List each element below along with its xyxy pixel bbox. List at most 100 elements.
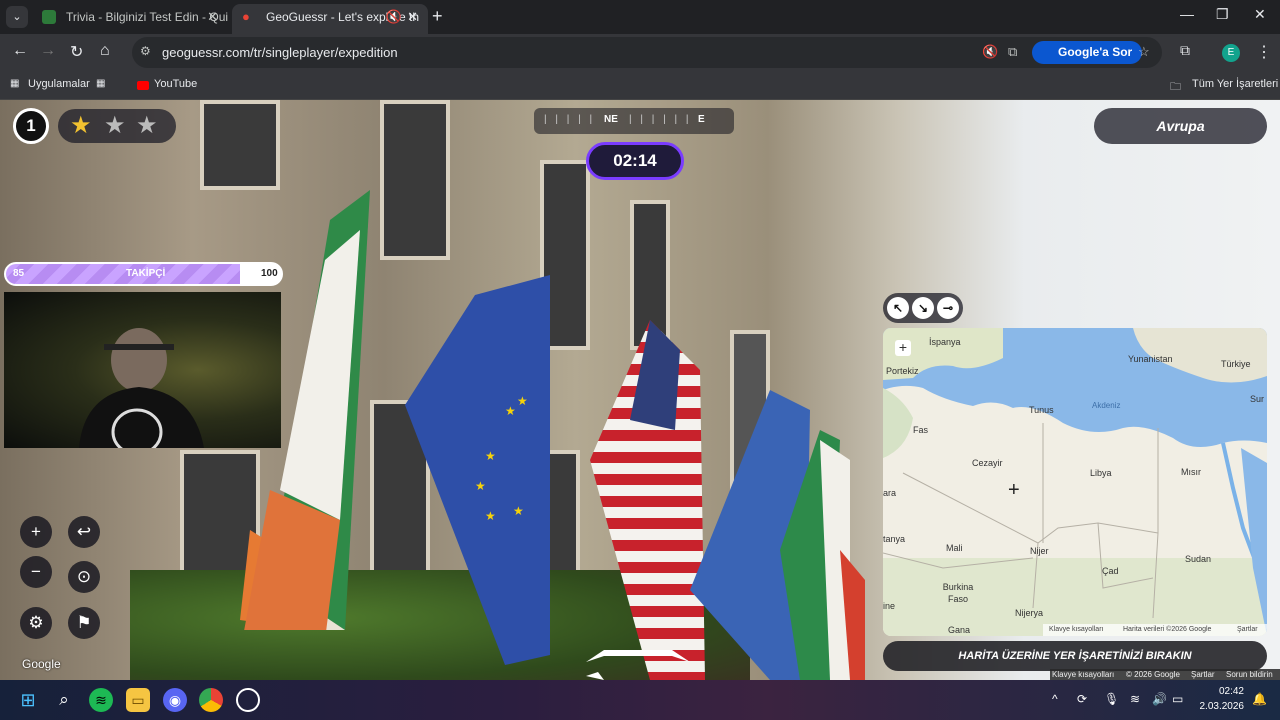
maximize-icon[interactable]: ❐ [1216,6,1229,23]
map-label: Sudan [1185,554,1212,564]
url-text[interactable]: geoguessr.com/tr/singleplayer/expedition [162,45,398,60]
region-button[interactable]: Avrupa [1094,108,1267,144]
site-info-icon[interactable]: ⚙ [140,44,151,58]
svg-text:★: ★ [513,504,524,518]
svg-text:★: ★ [485,509,496,523]
compass-strip: | | | | | NE | | | | | | E [534,108,734,134]
round-timer: 02:14 [586,142,684,180]
building-window [380,100,450,260]
close-tab-icon[interactable]: ✕ [207,4,218,30]
reload-icon[interactable]: ↻ [70,42,83,62]
bookmark-apps[interactable]: Uygulamalar [28,78,90,90]
map-zoom-in-icon[interactable]: + [895,340,911,356]
map-keyboard-shortcuts-link[interactable]: Klavye kısayolları [1049,624,1103,636]
map-attribution: Klavye kısayolları Harita verileri ©2026… [1043,624,1267,636]
battery-icon[interactable]: ▭ [1172,692,1183,706]
discord-icon[interactable]: ◉ [163,688,187,712]
tray-overflow-chevron-icon[interactable]: ^ [1052,692,1058,706]
stars-rating: ★ ★ ★ [58,109,176,143]
follower-progress-fill [6,264,240,284]
notifications-icon[interactable]: 🔔 [1252,692,1267,706]
map-size-controls: ↖ ↘ ⊸ [883,293,963,323]
guess-minimap[interactable]: + İspanya Portekiz Yunanistan Türkiye Tu… [883,328,1267,636]
place-marker-button[interactable]: HARİTA ÜZERİNE YER İŞARETİNİZİ BIRAKIN [883,641,1267,671]
zoom-out-button[interactable]: − [20,556,52,588]
close-window-icon[interactable]: ✕ [1254,6,1266,23]
footer-report[interactable]: Sorun bildirin [1226,669,1273,680]
map-terms-link[interactable]: Şartlar [1237,624,1258,636]
follower-min: 85 [13,268,25,279]
map-label: ara [883,488,897,498]
chrome-icon[interactable] [199,688,223,712]
obs-icon[interactable] [236,688,260,712]
italian-flag [780,430,865,680]
follower-label: TAKİPÇİ [126,268,166,279]
browser-toolbar: ← → ↻ ⌂ ⚙ geoguessr.com/tr/singleplayer/… [0,34,1280,72]
footer-terms[interactable]: Şartlar [1191,669,1215,680]
return-to-start-pin-icon[interactable]: ⊙ [68,561,100,593]
windows-taskbar: ⊞ ⌕ ≋ ▭ ◉ ^ ⟳ 🎙 ≋ 🔊 ▭ 02:42 2.03.2026 🔔 [0,680,1280,720]
footer-keyboard-shortcuts[interactable]: Klavye kısayolları [1052,669,1114,680]
volume-icon[interactable]: 🔊 [1152,692,1167,706]
muted-site-icon[interactable]: 🔇 [982,44,998,60]
pin-map-icon[interactable]: ⊸ [937,297,959,319]
file-explorer-icon[interactable]: ▭ [126,688,150,712]
bookmark-youtube[interactable]: YouTube [154,78,197,90]
forward-arrow-icon[interactable]: → [40,42,56,60]
minimize-icon[interactable]: — [1180,6,1194,22]
extensions-icon[interactable]: ⧉ [1180,42,1190,59]
grid-icon[interactable]: ▦ [96,78,105,89]
map-label: ine [883,601,896,611]
ask-google-label: Google'a Sor [1058,45,1133,59]
close-tab-icon[interactable]: ✕ [407,4,418,30]
address-bar[interactable]: ⚙ geoguessr.com/tr/singleplayer/expediti… [132,37,1162,68]
tab-title: Trivia - Bilginizi Test Edin - Quiz [66,10,228,24]
sync-icon[interactable]: ⟳ [1077,692,1087,706]
map-label: Libya [1090,468,1112,478]
bookmarks-bar: ▦ Uygulamalar ▦ YouTube 🗀 Tüm Yer İşaret… [0,72,1280,100]
windows-start-icon[interactable]: ⊞ [16,688,40,712]
map-label: Tunus [1029,405,1054,415]
clock-date[interactable]: 2.03.2026 [1196,701,1245,712]
microphone-icon[interactable]: 🎙 [1104,692,1119,706]
svg-text:★: ★ [505,404,516,418]
street-navigation-arrows[interactable] [584,648,692,680]
map-label: Mali [946,543,963,553]
bookmark-star-icon[interactable]: ☆ [1138,44,1150,60]
ask-google-button[interactable]: Google'a Sor [1032,41,1143,64]
clock-time[interactable]: 02:42 [1200,686,1244,697]
map-label: Nijer [1030,546,1049,556]
tab-search-chevron-icon[interactable]: ⌄ [6,6,28,28]
install-app-icon[interactable]: ⧉ [1008,44,1017,60]
tab-strip: ⌄ Trivia - Bilginizi Test Edin - Quiz ✕ … [0,0,1280,34]
follower-max: 100 [261,268,278,279]
map-data-credit: Harita verileri ©2026 Google [1123,626,1212,633]
more-menu-icon[interactable]: ⋮ [1256,42,1272,62]
checkpoint-flag-icon[interactable]: ⚑ [68,607,100,639]
settings-gear-icon[interactable]: ⚙ [20,607,52,639]
compass-ticks: | | | | | [544,114,596,125]
enlarge-map-arrow-icon[interactable]: ↖ [887,297,909,319]
zoom-in-button[interactable]: + [20,516,52,548]
muted-audio-icon[interactable]: 🔇 [386,4,402,30]
search-icon[interactable]: ⌕ [52,688,76,712]
back-arrow-icon[interactable]: ← [12,42,28,60]
shrink-map-arrow-icon[interactable]: ↘ [912,297,934,319]
map-label: Fas [913,425,929,435]
tab-geoguessr[interactable]: ● GeoGuessr - Let's explore th 🔇 ✕ [232,4,428,34]
tab-trivia[interactable]: Trivia - Bilginizi Test Edin - Quiz ✕ [32,4,228,34]
star-empty-icon: ★ [104,112,126,139]
all-bookmarks[interactable]: Tüm Yer İşaretleri [1192,78,1278,90]
map-label: Türkiye [1221,359,1251,369]
compass-ne: NE [604,114,618,125]
svg-text:★: ★ [475,479,486,493]
streamer-figure [79,328,204,456]
us-flag [590,320,705,680]
wifi-icon[interactable]: ≋ [1130,692,1140,706]
home-icon[interactable]: ⌂ [100,42,110,60]
undo-move-button[interactable]: ↩ [68,516,100,548]
new-tab-plus-icon[interactable]: + [432,6,443,27]
map-label: Sur [1250,394,1265,404]
spotify-icon[interactable]: ≋ [89,688,113,712]
profile-avatar[interactable]: E [1222,44,1240,62]
